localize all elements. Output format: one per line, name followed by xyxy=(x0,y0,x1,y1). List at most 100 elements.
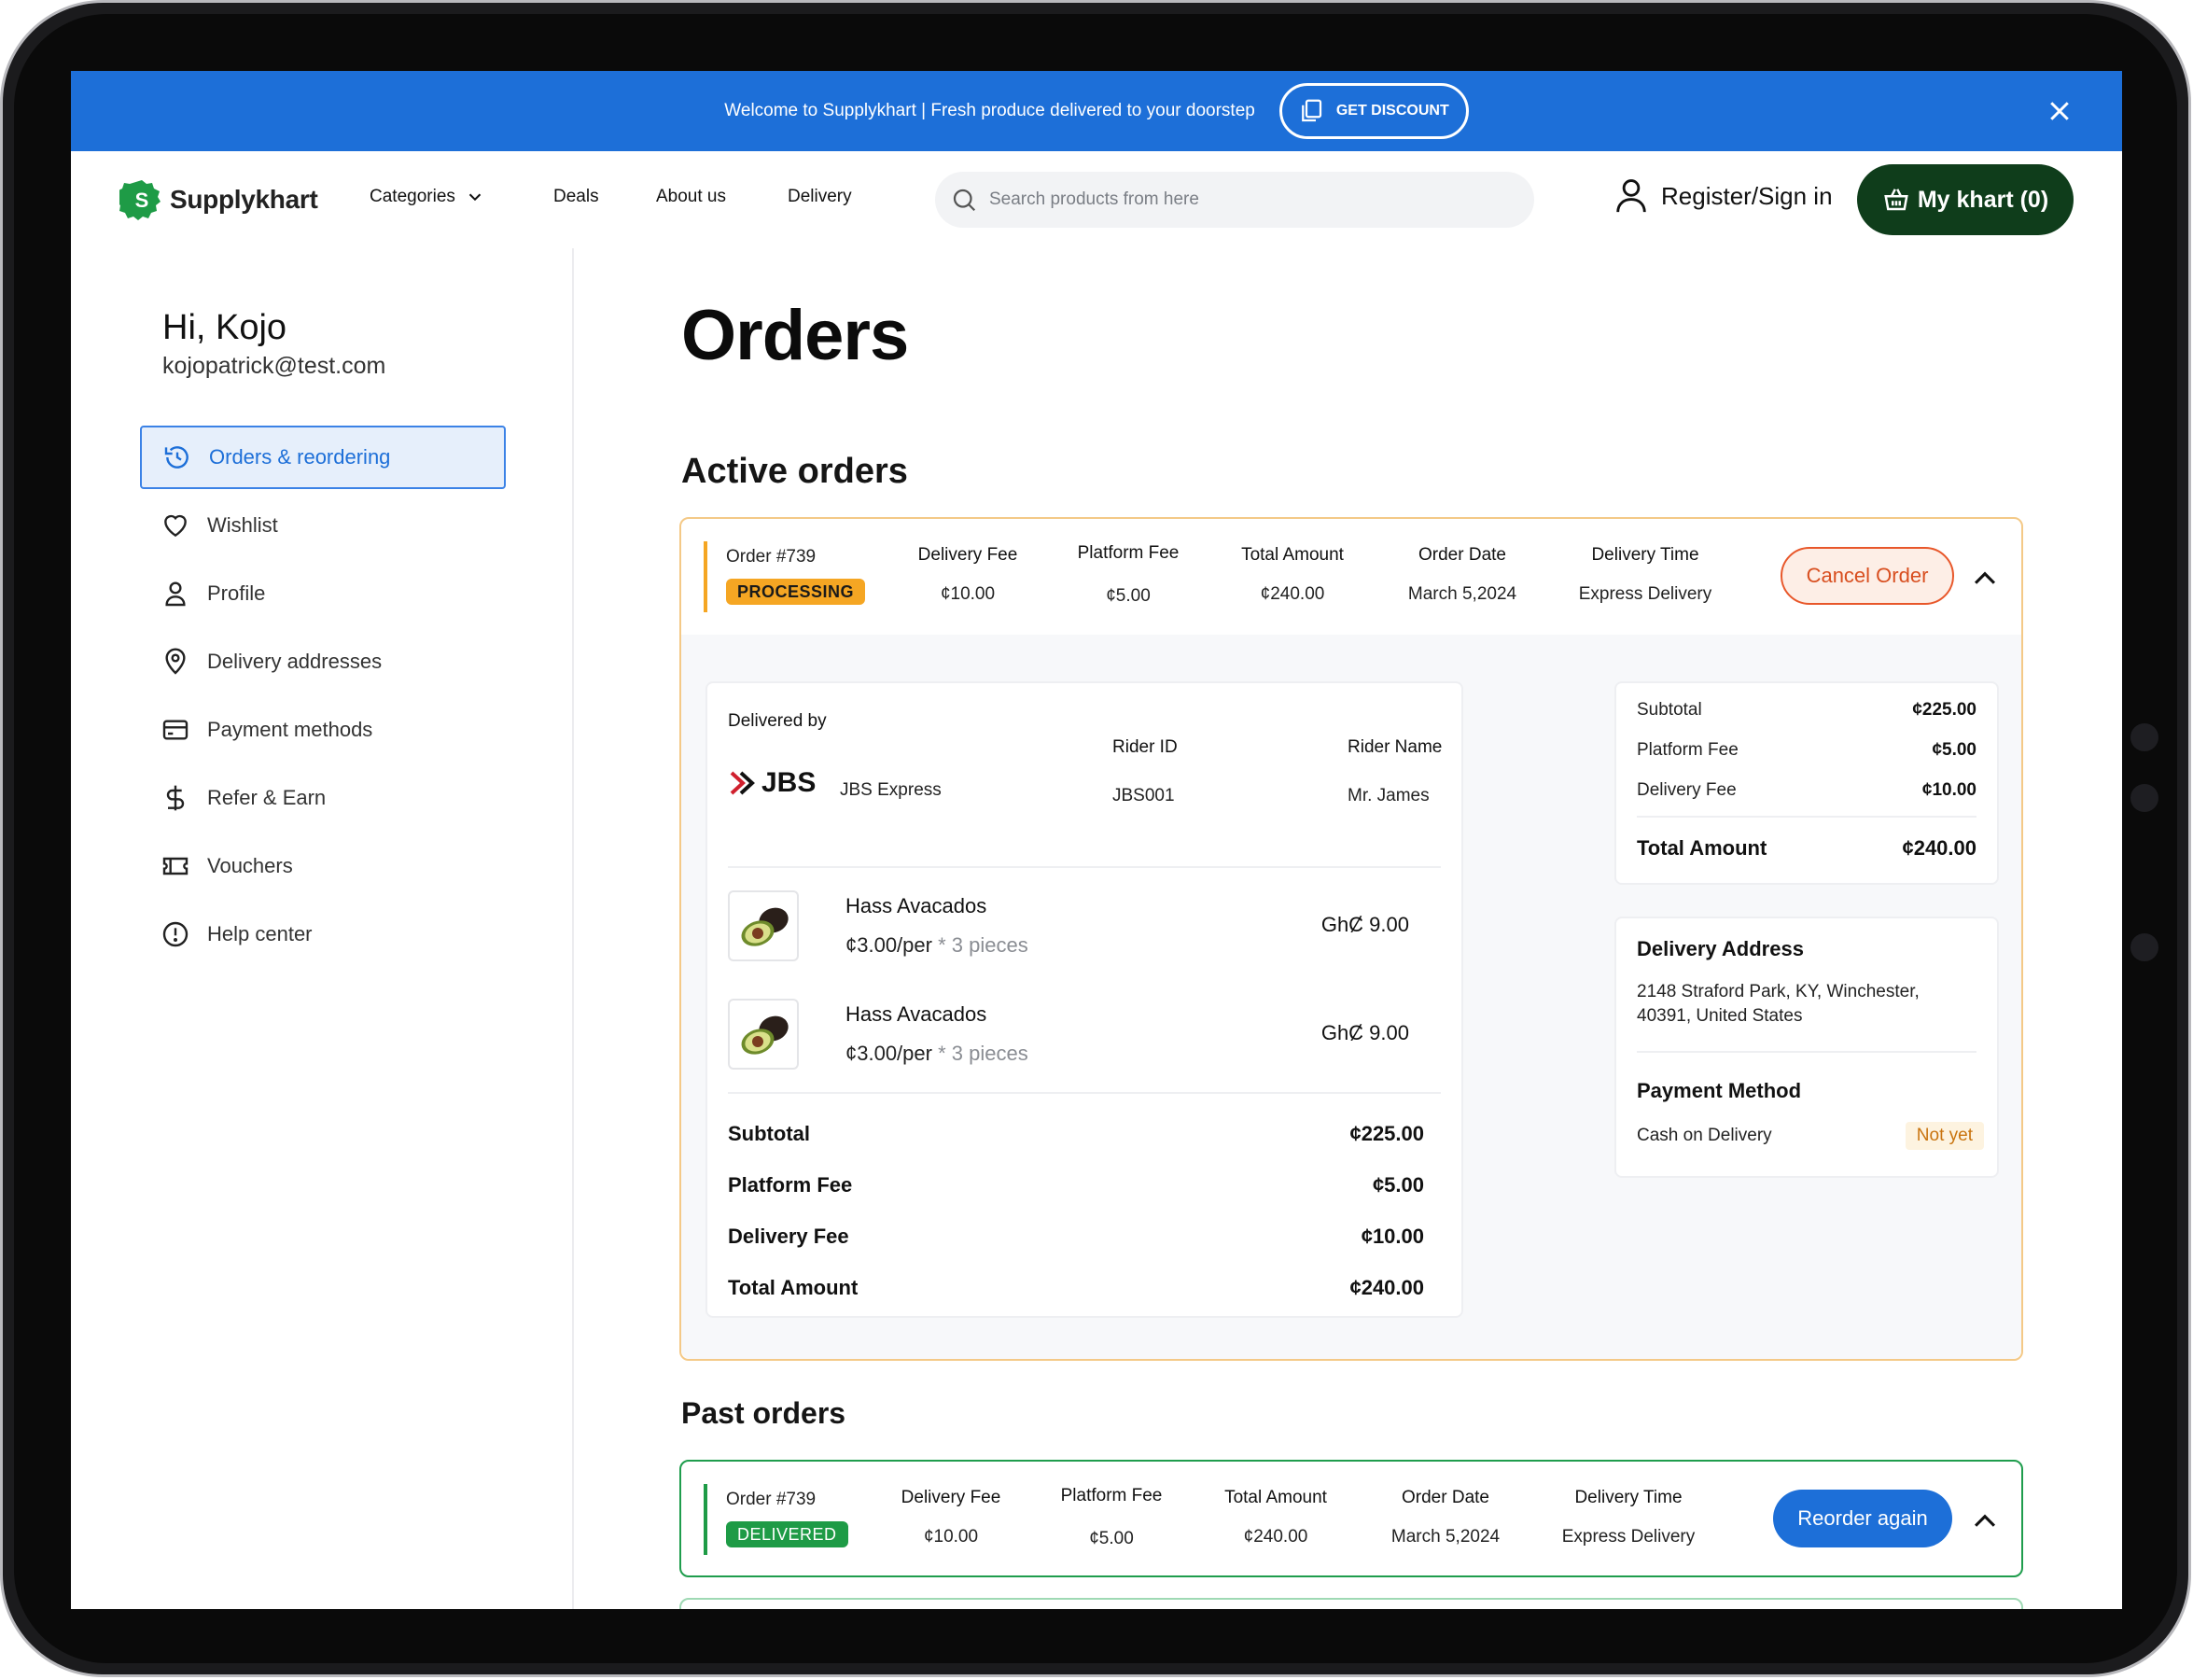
search-bar[interactable] xyxy=(935,172,1534,228)
delivery-time-col: Delivery Time Express Delivery xyxy=(1579,545,1712,605)
sidebar-item-payment[interactable]: Payment methods xyxy=(140,698,506,762)
col-value: ¢5.00 xyxy=(1106,586,1151,606)
cart-label: My khart (0) xyxy=(1917,186,2049,213)
divider xyxy=(1637,816,1976,818)
credit-card-icon xyxy=(162,720,189,740)
side-sensor xyxy=(2130,723,2158,751)
delivery-info-panel: Delivery Address 2148 Straford Park, KY,… xyxy=(1614,917,1999,1178)
status-accent xyxy=(704,541,707,612)
sidebar-item-orders[interactable]: Orders & reordering xyxy=(140,426,506,489)
unit-price: ¢3.00/per xyxy=(845,933,932,957)
sidebar-item-label: Help center xyxy=(207,922,313,945)
summary-value: ¢10.00 xyxy=(1921,780,1976,800)
search-input[interactable] xyxy=(989,189,1474,210)
col-value: ¢10.00 xyxy=(940,584,996,604)
product-thumbnail[interactable] xyxy=(728,890,799,961)
rider-name-label: Rider Name xyxy=(1348,737,1443,757)
order-details: Delivered by JBS JBS Express Rider ID JB… xyxy=(681,635,2021,1359)
summary-label: Subtotal xyxy=(1637,700,1702,720)
deals-link[interactable]: Deals xyxy=(553,187,599,207)
sidebar-item-label: Vouchers xyxy=(207,854,293,877)
search-icon xyxy=(953,189,976,212)
avocado-image xyxy=(741,1015,789,1055)
cart-button[interactable]: My khart (0) xyxy=(1857,164,2074,235)
platform-fee-col: Platform Fee ¢5.00 xyxy=(1061,1486,1163,1549)
sidebar-item-help[interactable]: Help center xyxy=(140,903,506,966)
product-thumbnail[interactable] xyxy=(728,999,799,1070)
categories-label: Categories xyxy=(370,187,455,206)
col-label: Delivery Fee xyxy=(901,1488,1001,1507)
user-icon xyxy=(165,581,186,607)
status-accent xyxy=(704,1484,707,1555)
reorder-button[interactable]: Reorder again xyxy=(1773,1490,1952,1547)
col-label: Delivery Time xyxy=(1591,545,1699,565)
sidebar-item-label: Delivery addresses xyxy=(207,650,383,673)
sidebar-item-label: Orders & reordering xyxy=(209,445,391,469)
courier-logo-text: JBS xyxy=(761,767,817,798)
delivery-fee-col: Delivery Fee ¢10.00 xyxy=(901,1488,1001,1547)
summary-value: ¢240.00 xyxy=(1349,1276,1424,1299)
get-discount-button[interactable]: GET DISCOUNT xyxy=(1278,83,1469,139)
rider-id-label: Rider ID xyxy=(1112,737,1178,757)
product-price: GhȻ 9.00 xyxy=(1320,1021,1409,1044)
page-title: Orders xyxy=(681,296,909,375)
col-label: Platform Fee xyxy=(1077,543,1180,563)
promo-banner: Welcome to Supplykhart | Fresh produce d… xyxy=(71,71,2122,151)
status-badge: PROCESSING xyxy=(726,579,866,605)
quantity: 3 pieces xyxy=(951,1042,1028,1065)
brand-logo[interactable]: S Supplykhart xyxy=(119,177,318,222)
categories-menu[interactable]: Categories xyxy=(370,187,485,207)
signin-link[interactable]: Register/Sign in xyxy=(1614,177,1833,215)
sidebar-item-label: Refer & Earn xyxy=(207,786,327,809)
col-value: ¢240.00 xyxy=(1260,584,1325,604)
sidebar-item-vouchers[interactable]: Vouchers xyxy=(140,834,506,898)
order-date-col: Order Date March 5,2024 xyxy=(1408,545,1516,605)
order-date-col: Order Date March 5,2024 xyxy=(1391,1488,1500,1547)
summary-label: Delivery Fee xyxy=(1637,780,1737,800)
get-discount-label: GET DISCOUNT xyxy=(1335,103,1449,119)
summary-label: Subtotal xyxy=(728,1122,810,1145)
order-header[interactable]: Order #739 DELIVERED Delivery Fee ¢10.00… xyxy=(681,1462,2021,1577)
courier-chevron-icon xyxy=(730,771,755,795)
chevron-up-icon[interactable] xyxy=(1969,1505,2001,1536)
sidebar-item-label: Payment methods xyxy=(207,718,373,741)
promo-text: Welcome to Supplykhart | Fresh produce d… xyxy=(724,101,1255,120)
summary-label: Delivery Fee xyxy=(728,1225,849,1248)
chevron-up-icon[interactable] xyxy=(1969,562,2001,594)
quantity: 3 pieces xyxy=(951,933,1028,957)
summary-value: ¢5.00 xyxy=(1932,740,1976,760)
col-label: Order Date xyxy=(1402,1488,1489,1507)
col-value: Express Delivery xyxy=(1578,584,1712,604)
divider xyxy=(728,866,1441,868)
qty-separator: * xyxy=(938,933,946,957)
sidebar-item-addresses[interactable]: Delivery addresses xyxy=(140,630,506,693)
delivery-link[interactable]: Delivery xyxy=(788,187,852,207)
past-orders-heading: Past orders xyxy=(681,1396,846,1430)
app-screen: Welcome to Supplykhart | Fresh produce d… xyxy=(71,71,2122,1609)
sidebar-item-refer[interactable]: Refer & Earn xyxy=(140,766,506,830)
logo-icon: S xyxy=(119,180,161,220)
side-sensor xyxy=(2130,933,2158,961)
basket-icon xyxy=(1884,189,1908,211)
total-amount-col: Total Amount ¢240.00 xyxy=(1241,545,1344,605)
col-label: Delivery Time xyxy=(1574,1488,1683,1507)
col-label: Total Amount xyxy=(1241,545,1344,565)
history-icon xyxy=(164,446,189,469)
sidebar-item-profile[interactable]: Profile xyxy=(140,562,506,625)
cancel-order-button[interactable]: Cancel Order xyxy=(1781,547,1954,605)
past-order-card-next xyxy=(679,1598,2023,1609)
courier-logo: JBS xyxy=(730,767,816,799)
rider-name-value: Mr. James xyxy=(1348,786,1430,805)
divider xyxy=(1637,1051,1976,1053)
status-badge: DELIVERED xyxy=(726,1521,848,1547)
user-greeting: Hi, Kojo xyxy=(162,308,287,347)
close-icon[interactable] xyxy=(2046,97,2074,125)
payment-status-badge: Not yet xyxy=(1905,1122,1984,1150)
about-link[interactable]: About us xyxy=(656,187,726,207)
sidebar-item-wishlist[interactable]: Wishlist xyxy=(140,494,506,557)
summary-label: Platform Fee xyxy=(1637,740,1739,760)
unit-price: ¢3.00/per xyxy=(845,1042,932,1065)
order-id: Order #739 xyxy=(726,1490,817,1509)
order-id: Order #739 xyxy=(726,547,817,567)
order-header[interactable]: Order #739 PROCESSING Delivery Fee ¢10.0… xyxy=(681,519,2021,635)
